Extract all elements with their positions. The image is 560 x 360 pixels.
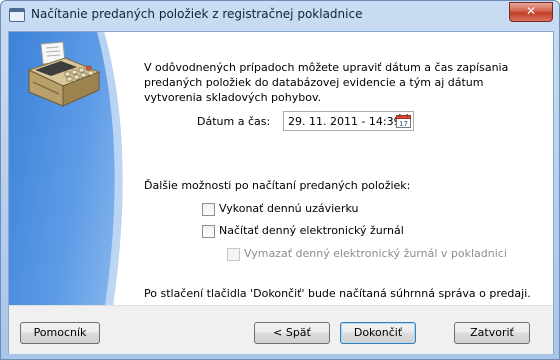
datetime-label: Dátum a čas: — [197, 115, 271, 128]
dialog-client-area: V odôvodnených prípadoch môžete upraviť … — [8, 31, 554, 354]
load-journal-checkbox[interactable] — [202, 225, 215, 238]
dialog-window: Načítanie predaných položiek z registrač… — [0, 0, 560, 360]
close-window-button[interactable]: ✕ — [509, 2, 553, 22]
button-bar: Pomocník < Späť Dokončiť Zatvoriť — [9, 305, 553, 354]
wizard-content: V odôvodnených prípadoch môžete upraviť … — [137, 32, 547, 305]
back-button[interactable]: < Späť — [254, 322, 330, 344]
daily-closure-label[interactable]: Vykonať dennú uzávierku — [219, 202, 358, 215]
options-heading: Ďalšie možnosti po načítaní predaných po… — [144, 179, 411, 192]
wizard-sidebar — [9, 32, 129, 305]
help-button[interactable]: Pomocník — [20, 322, 100, 344]
calendar-icon[interactable]: 17 — [395, 113, 412, 129]
delete-journal-checkbox — [227, 248, 240, 261]
load-journal-label[interactable]: Načítať denný elektronický žurnál — [219, 224, 404, 237]
finish-note: Po stlačení tlačidla 'Dokončiť' bude nač… — [144, 287, 531, 300]
datetime-picker[interactable]: 29. 11. 2011 - 14:39 17 — [283, 111, 414, 131]
daily-closure-checkbox[interactable] — [202, 203, 215, 216]
datetime-value[interactable]: 29. 11. 2011 - 14:39 — [288, 115, 401, 128]
finish-button[interactable]: Dokončiť — [340, 322, 416, 344]
window-icon — [9, 8, 25, 22]
cash-register-icon — [27, 41, 101, 107]
close-button[interactable]: Zatvoriť — [454, 322, 530, 344]
delete-journal-label: Vymazať denný elektronický žurnál v pokl… — [244, 247, 507, 260]
calendar-day-number: 17 — [399, 120, 408, 128]
window-title: Načítanie predaných položiek z registrač… — [31, 7, 363, 21]
intro-text: V odôvodnených prípadoch môžete upraviť … — [144, 61, 509, 104]
title-bar[interactable]: Načítanie predaných položiek z registrač… — [1, 1, 559, 29]
